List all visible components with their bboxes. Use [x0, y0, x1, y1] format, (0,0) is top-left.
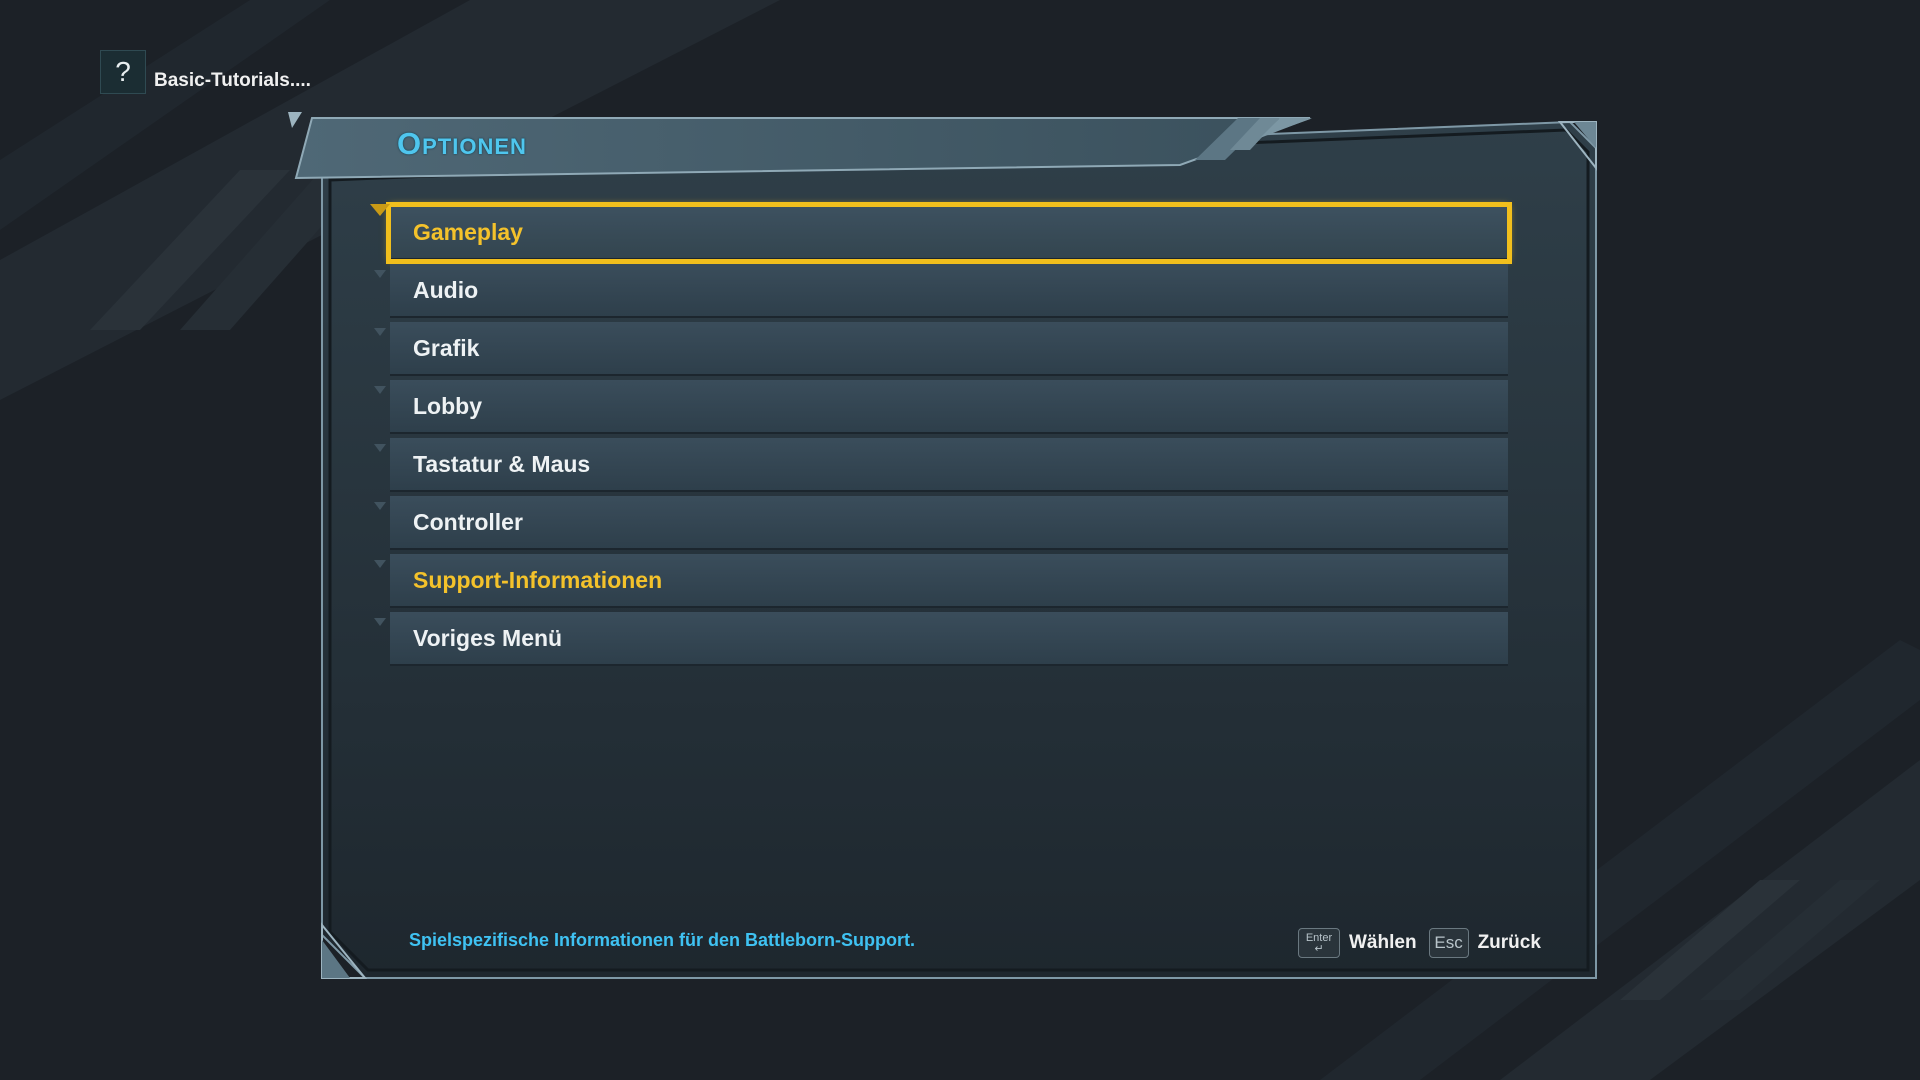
row-marker — [374, 270, 386, 278]
row-marker — [374, 444, 386, 452]
row-marker — [374, 502, 386, 510]
menu-item-keyboard-mouse[interactable]: Tastatur & Maus — [374, 438, 1508, 492]
row-marker — [374, 618, 386, 626]
menu-item-audio[interactable]: Audio — [374, 264, 1508, 318]
options-menu: Gameplay Audio Grafik Lobby Tastatur & M… — [370, 202, 1512, 670]
question-icon: ? — [100, 50, 146, 94]
enter-key-label: Enter — [1305, 931, 1333, 944]
controls-legend: Enter ↵ Wählen Esc Zurück — [1298, 928, 1553, 958]
menu-item-support-info[interactable]: Support-Informationen — [374, 554, 1508, 608]
help-hint-label: Basic-Tutorials.... — [154, 70, 311, 91]
menu-item-label: Controller — [413, 508, 523, 535]
menu-item-label: Voriges Menü — [413, 624, 563, 651]
help-hint[interactable]: ? Basic-Tutorials.... — [100, 50, 311, 94]
menu-item-label: Lobby — [413, 392, 482, 419]
menu-item-label: Gameplay — [413, 218, 523, 245]
menu-item-gameplay[interactable]: Gameplay — [370, 202, 1512, 264]
select-label: Wählen — [1349, 932, 1417, 953]
back-label: Zurück — [1477, 932, 1541, 953]
item-description: Spielspezifische Informationen für den B… — [409, 930, 916, 950]
menu-item-label: Audio — [413, 276, 479, 303]
panel-title: Optionen — [397, 126, 527, 161]
menu-item-label: Support-Informationen — [413, 566, 663, 593]
options-screen: ? Basic-Tutorials.... Optionen Gameplay … — [0, 0, 1920, 1080]
row-marker — [374, 386, 386, 394]
menu-item-label: Tastatur & Maus — [413, 450, 591, 477]
selection-marker — [370, 204, 390, 216]
menu-item-controller[interactable]: Controller — [374, 496, 1508, 550]
enter-arrow-icon: ↵ — [1314, 942, 1324, 955]
menu-item-previous-menu[interactable]: Voriges Menü — [374, 612, 1508, 666]
row-marker — [374, 328, 386, 336]
menu-item-grafik[interactable]: Grafik — [374, 322, 1508, 376]
esc-key-icon[interactable]: Esc — [1428, 928, 1469, 958]
menu-item-lobby[interactable]: Lobby — [374, 380, 1508, 434]
row-marker — [374, 560, 386, 568]
menu-item-label: Grafik — [413, 334, 480, 361]
enter-key-icon[interactable]: Enter ↵ — [1298, 928, 1340, 958]
